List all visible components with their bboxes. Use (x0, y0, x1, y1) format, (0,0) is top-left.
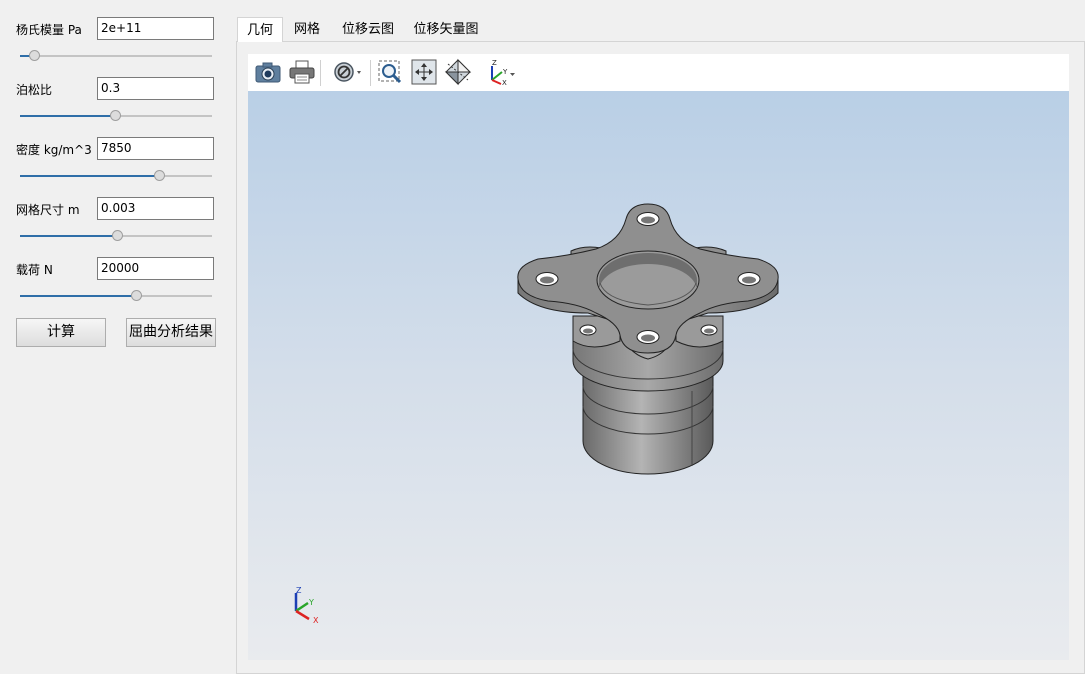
tab-displacement-vector[interactable]: 位移矢量图 (409, 17, 483, 42)
slider-fill (20, 115, 116, 117)
zoom-box-icon[interactable] (375, 57, 405, 87)
toolbar-axis-z: Z (492, 59, 497, 67)
slider-handle[interactable] (111, 230, 123, 241)
poisson-ratio-label: 泊松比 (16, 83, 53, 97)
mesh-size-label: 网格尺寸 m (16, 203, 80, 217)
fit-all-icon[interactable] (409, 57, 439, 87)
toolbar-separator (370, 60, 371, 86)
load-label: 载荷 N (16, 263, 53, 277)
load-input[interactable]: 20000 (97, 257, 214, 280)
tab-displacement-contour[interactable]: 位移云图 (337, 17, 399, 42)
axis-x-label: X (313, 616, 319, 625)
toolbar-separator (320, 60, 321, 86)
mesh-size-slider[interactable] (20, 230, 212, 242)
density-label: 密度 kg/m^3 (16, 143, 92, 157)
part-model-view (517, 203, 779, 475)
buckling-result-button[interactable]: 屈曲分析结果 (126, 318, 216, 347)
view-cube-icon[interactable] (443, 57, 473, 87)
toolbar-axis-y: Y (502, 68, 508, 76)
axis-z-label: Z (296, 586, 302, 595)
camera-icon[interactable] (253, 57, 283, 87)
tab-geometry[interactable]: 几何 (237, 17, 283, 42)
compute-button[interactable]: 计算 (16, 318, 106, 347)
bracket-part (517, 203, 779, 475)
slider-handle[interactable] (131, 290, 143, 301)
axes-icon[interactable]: Z Y X (484, 57, 518, 87)
density-input[interactable]: 7850 (97, 137, 214, 160)
slider-handle[interactable] (29, 50, 41, 61)
slider-handle[interactable] (110, 110, 121, 121)
youngs-modulus-label: 杨氏模量 Pa (16, 23, 82, 37)
axis-triad: Z Y X (294, 586, 319, 625)
poisson-ratio-slider[interactable] (20, 110, 212, 122)
slider-handle[interactable] (154, 170, 166, 181)
slider-fill (20, 175, 161, 177)
poisson-ratio-input[interactable]: 0.3 (97, 77, 214, 100)
mesh-size-input[interactable]: 0.003 (97, 197, 214, 220)
youngs-modulus-slider[interactable] (20, 50, 212, 62)
viewer-toolbar (248, 54, 1069, 91)
density-slider[interactable] (20, 170, 212, 182)
slider-fill (20, 295, 138, 297)
load-slider[interactable] (20, 290, 212, 302)
youngs-modulus-input[interactable]: 2e+11 (97, 17, 214, 40)
slider-groove (20, 55, 212, 57)
section-view-icon[interactable] (331, 57, 365, 87)
toolbar-axis-x: X (502, 79, 507, 86)
tab-mesh[interactable]: 网格 (287, 17, 327, 42)
slider-fill (20, 235, 118, 237)
axis-y-label: Y (308, 598, 314, 607)
print-icon[interactable] (287, 57, 317, 87)
